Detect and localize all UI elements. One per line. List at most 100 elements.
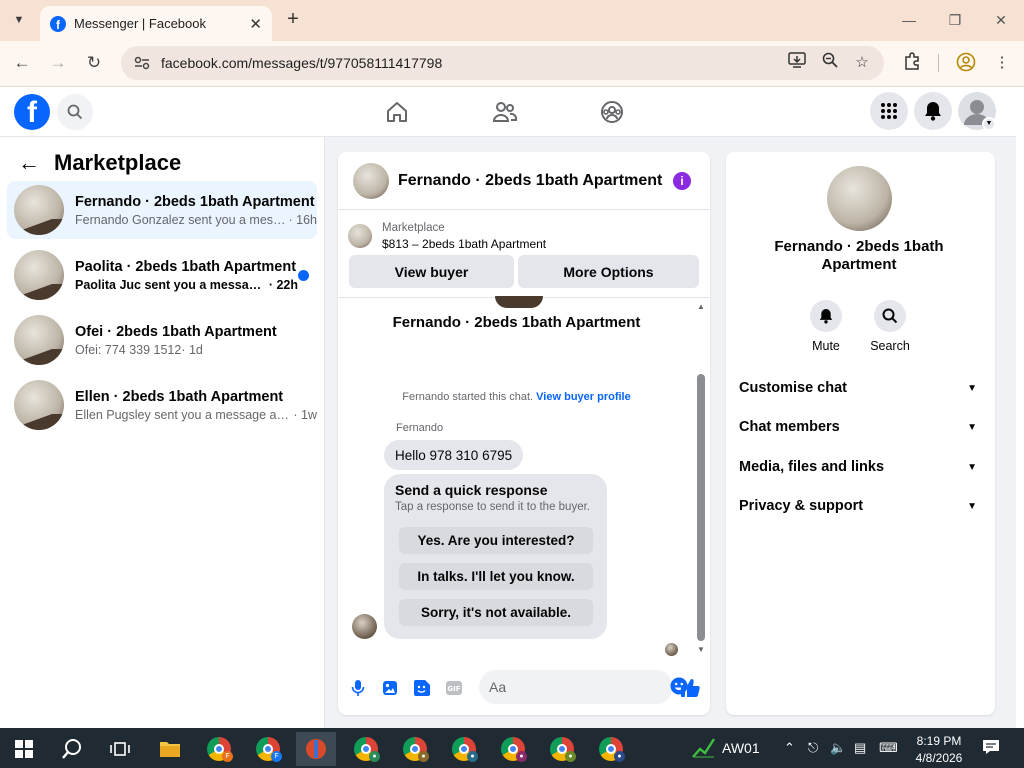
page-scrollbar[interactable] xyxy=(1016,88,1024,728)
conversation-item[interactable]: Ellen · 2beds 1bath Apartment Ellen Pugs… xyxy=(7,376,317,434)
new-tab-button[interactable]: + xyxy=(281,8,305,32)
microphone-icon[interactable] xyxy=(348,678,368,698)
conversation-name: Paolita · 2beds 1bath Apartment xyxy=(75,258,297,275)
install-app-icon[interactable] xyxy=(786,52,808,74)
browser-tab-active[interactable]: f Messenger | Facebook ✕ xyxy=(40,6,272,41)
bookmark-star-icon[interactable]: ☆ xyxy=(851,52,873,74)
chrome-taskbar-icon[interactable]: ● xyxy=(346,732,386,766)
thumbs-up-icon[interactable] xyxy=(678,676,702,700)
facebook-search-button[interactable] xyxy=(57,94,93,130)
privacy-support-section[interactable]: Privacy & support ▼ xyxy=(739,495,981,517)
customise-chat-section[interactable]: Customise chat ▼ xyxy=(739,377,981,399)
quick-response-button[interactable]: In talks. I'll let you know. xyxy=(399,563,593,590)
chrome-taskbar-icon[interactable]: ● xyxy=(444,732,484,766)
conversation-item[interactable]: Fernando · 2beds 1bath Apartment Fernand… xyxy=(7,181,317,239)
menu-grid-button[interactable] xyxy=(870,92,908,130)
conversation-avatar xyxy=(14,315,64,365)
chrome-taskbar-icon[interactable]: F xyxy=(199,732,239,766)
window-minimize-button[interactable]: — xyxy=(899,10,919,30)
section-label: Privacy & support xyxy=(739,498,864,514)
notification-center-icon[interactable] xyxy=(982,739,1000,755)
chat-started-text: Fernando started this chat. xyxy=(402,391,534,403)
message-bubble[interactable]: Hello 978 310 6795 xyxy=(384,440,524,470)
file-explorer-icon[interactable] xyxy=(150,732,190,766)
quick-response-button[interactable]: Sorry, it's not available. xyxy=(399,599,593,626)
tab-search-dropdown-icon[interactable]: ▼ xyxy=(7,8,31,32)
taskbar-clock[interactable]: 8:19 PM 4/8/2026 xyxy=(904,733,974,767)
notifications-button[interactable] xyxy=(914,92,952,130)
quick-response-button[interactable]: Yes. Are you interested? xyxy=(399,527,593,554)
more-options-button[interactable]: More Options xyxy=(518,255,699,288)
search-icon xyxy=(882,308,898,324)
chrome-taskbar-icon[interactable]: ● xyxy=(493,732,533,766)
groups-icon[interactable] xyxy=(592,96,632,128)
contact-avatar[interactable] xyxy=(827,166,892,231)
tray-overflow-chevron-icon[interactable]: ⌃ xyxy=(784,740,795,756)
window-restore-button[interactable]: ❐ xyxy=(945,10,965,30)
back-button[interactable]: ← xyxy=(10,52,34,76)
grid-icon xyxy=(881,103,897,119)
facebook-logo[interactable]: f xyxy=(14,94,50,130)
conversation-item[interactable]: Paolita · 2beds 1bath Apartment Paolita … xyxy=(7,246,317,304)
chat-scrollbar-thumb[interactable] xyxy=(697,374,705,641)
network-icon[interactable]: ▤ xyxy=(854,740,866,756)
task-view-icon[interactable] xyxy=(100,732,140,766)
clock-time: 8:19 PM xyxy=(916,734,962,748)
tab-close-icon[interactable]: ✕ xyxy=(249,15,262,33)
chrome-taskbar-icon[interactable]: F xyxy=(248,732,288,766)
conversation-preview: Ellen Pugsley sent you a message abo... xyxy=(75,407,294,422)
account-chevron-icon[interactable]: ▼ xyxy=(982,117,996,131)
window-close-button[interactable]: ✕ xyxy=(991,10,1011,30)
stock-chart-icon[interactable] xyxy=(692,736,716,761)
forward-button[interactable]: → xyxy=(46,52,70,76)
photo-icon[interactable] xyxy=(380,678,400,698)
conversation-time: · 1d xyxy=(181,342,203,357)
chat-members-section[interactable]: Chat members ▼ xyxy=(739,416,981,438)
profile-icon[interactable] xyxy=(955,52,977,74)
reload-button[interactable]: ↻ xyxy=(82,52,106,76)
message-sender-name: Fernando xyxy=(396,422,444,434)
gif-icon[interactable]: GIF xyxy=(444,678,464,698)
site-info-icon[interactable] xyxy=(133,54,151,72)
conversation-preview: Fernando Gonzalez sent you a mess... xyxy=(75,212,289,227)
browser-menu-icon[interactable]: ⋮ xyxy=(991,52,1013,74)
marketplace-listing[interactable]: Marketplace $813 – 2beds 1bath Apartment xyxy=(348,216,703,256)
view-buyer-button[interactable]: View buyer xyxy=(349,255,514,288)
keyboard-icon[interactable]: ⌨ xyxy=(879,740,898,756)
svg-text:GIF: GIF xyxy=(447,685,460,693)
chrome-taskbar-icon[interactable]: ● xyxy=(591,732,631,766)
active-app-taskbar-icon[interactable] xyxy=(296,732,336,766)
chat-intro-avatar xyxy=(495,296,543,308)
chrome-taskbar-icon[interactable]: ● xyxy=(395,732,435,766)
mute-button[interactable]: Mute xyxy=(801,300,851,353)
media-files-links-section[interactable]: Media, files and links ▼ xyxy=(739,456,981,478)
scroll-up-arrow-icon[interactable]: ▲ xyxy=(696,302,706,312)
chat-header-avatar[interactable] xyxy=(353,162,389,199)
message-input-box[interactable] xyxy=(479,670,688,704)
view-buyer-profile-link[interactable]: View buyer profile xyxy=(536,391,631,403)
search-icon xyxy=(67,104,83,120)
info-icon[interactable]: i xyxy=(673,171,691,190)
chat-header-name[interactable]: Fernando · 2beds 1bath Apartment xyxy=(398,172,673,190)
message-input[interactable] xyxy=(489,679,670,695)
conversation-item[interactable]: Ofei · 2beds 1bath Apartment Ofei: 774 3… xyxy=(7,311,317,369)
chrome-taskbar-icon[interactable]: ● xyxy=(542,732,582,766)
sticker-icon[interactable] xyxy=(412,678,432,698)
scroll-down-arrow-icon[interactable]: ▼ xyxy=(696,645,706,655)
address-bar[interactable]: facebook.com/messages/t/977058111417798 xyxy=(121,46,884,80)
chat-started-note: Fernando started this chat. View buyer p… xyxy=(338,391,695,403)
extensions-icon[interactable] xyxy=(901,52,923,74)
volume-icon[interactable]: 🔈 xyxy=(830,740,846,756)
search-in-conversation-button[interactable]: Search xyxy=(865,300,915,353)
zoom-icon[interactable] xyxy=(819,52,841,74)
widget-label[interactable]: AW01 xyxy=(722,740,760,756)
camera-icon[interactable]: ⎋ xyxy=(808,740,818,756)
windows-start-icon[interactable] xyxy=(4,732,44,766)
back-arrow-icon[interactable]: ← xyxy=(18,150,40,176)
marketplace-title: Marketplace xyxy=(54,150,182,175)
conversation-avatar xyxy=(14,185,64,235)
sender-avatar xyxy=(352,614,377,639)
friends-icon[interactable] xyxy=(485,96,525,128)
home-icon[interactable] xyxy=(377,96,417,128)
taskbar-search-icon[interactable] xyxy=(52,732,92,766)
